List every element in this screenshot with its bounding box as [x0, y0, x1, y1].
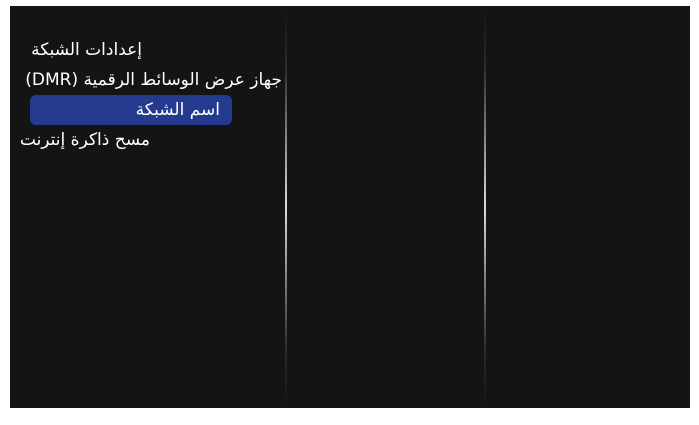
column-divider: [484, 6, 486, 408]
menu-item-network-settings[interactable]: إعدادات الشبكة: [30, 35, 154, 65]
column-divider: [285, 6, 287, 408]
menu-item-clear-internet-memory[interactable]: مسح ذاكرة إنترنت: [20, 125, 162, 155]
tv-menu-screen: إعدادات الشبكة جهاز عرض الوسائط الرقمية …: [10, 6, 690, 408]
menu-item-network-name[interactable]: اسم الشبكة: [30, 95, 232, 125]
menu-item-dmr[interactable]: جهاز عرض الوسائط الرقمية (DMR): [25, 65, 284, 95]
network-settings-menu: إعدادات الشبكة جهاز عرض الوسائط الرقمية …: [20, 35, 284, 155]
